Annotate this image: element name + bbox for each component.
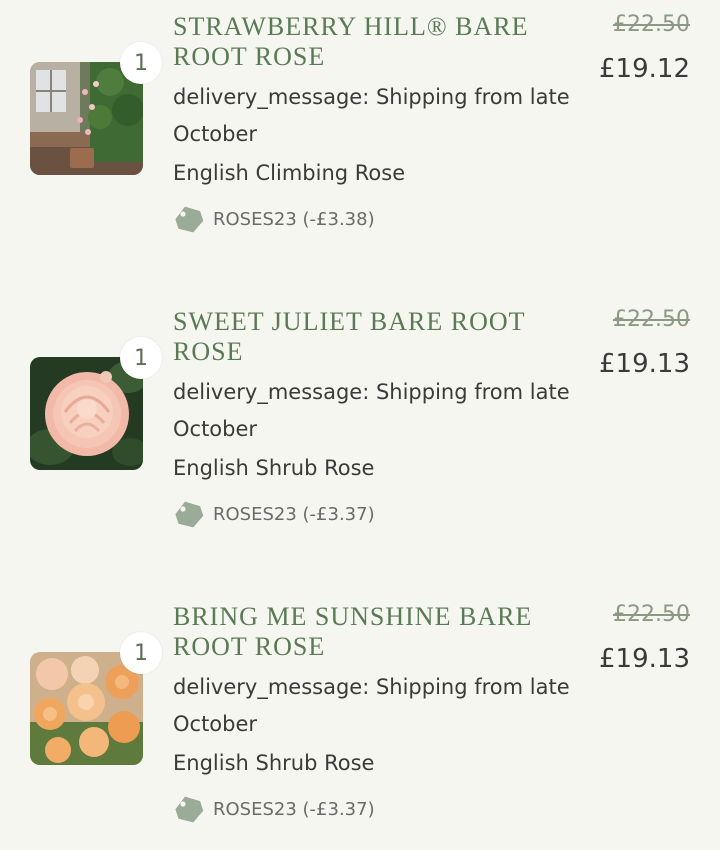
- cart-item: 1 BRING ME SUNSHINE BARE ROOT ROSE deliv…: [0, 590, 720, 850]
- cart-item: 1 SWEET JULIET BARE ROOT ROSE delivery_m…: [0, 295, 720, 555]
- quantity-badge: 1: [120, 42, 162, 84]
- original-price: £22.50: [613, 12, 690, 37]
- tag-icon: [175, 501, 204, 528]
- delivery-message-line: delivery_message: Shipping from late: [173, 675, 570, 699]
- original-price: £22.50: [613, 307, 690, 332]
- delivery-message-line: October: [173, 712, 258, 736]
- delivery-message: delivery_message: Shipping from late Oct…: [173, 374, 573, 448]
- product-title-line: ROOT ROSE: [173, 632, 326, 661]
- product-title-line: ROOT ROSE: [173, 42, 326, 71]
- quantity-badge: 1: [120, 337, 162, 379]
- discount-row: ROSES23 (-£3.37): [173, 499, 375, 529]
- product-variety: English Shrub Rose: [173, 751, 375, 775]
- delivery-message-line: October: [173, 417, 258, 441]
- product-title[interactable]: BRING ME SUNSHINE BARE ROOT ROSE: [173, 602, 573, 662]
- product-image[interactable]: [30, 357, 143, 470]
- product-variety: English Climbing Rose: [173, 161, 406, 185]
- delivery-message-line: delivery_message: Shipping from late: [173, 380, 570, 404]
- quantity-badge: 1: [120, 632, 162, 674]
- delivery-message-line: delivery_message: Shipping from late: [173, 85, 570, 109]
- product-title[interactable]: STRAWBERRY HILL® BARE ROOT ROSE: [173, 12, 573, 72]
- tag-icon: [175, 796, 204, 823]
- discount-row: ROSES23 (-£3.37): [173, 794, 375, 824]
- product-variety: English Shrub Rose: [173, 456, 375, 480]
- product-title-line: STRAWBERRY HILL® BARE: [173, 12, 529, 41]
- peach-rose-photo: [30, 357, 143, 470]
- original-price: £22.50: [613, 602, 690, 627]
- climbing-rose-photo: [30, 62, 143, 175]
- sale-price: £19.12: [599, 54, 690, 84]
- product-image[interactable]: [30, 652, 143, 765]
- cart-item-list: 1 STRAWBERRY HILL® BARE ROOT ROSE delive…: [0, 0, 720, 827]
- sale-price: £19.13: [599, 349, 690, 379]
- product-title[interactable]: SWEET JULIET BARE ROOT ROSE: [173, 307, 573, 367]
- discount-code: ROSES23 (-£3.37): [213, 798, 375, 820]
- sale-price: £19.13: [599, 644, 690, 674]
- cart-item: 1 STRAWBERRY HILL® BARE ROOT ROSE delive…: [0, 0, 720, 260]
- tag-icon: [175, 206, 204, 233]
- product-title-line: ROSE: [173, 337, 244, 366]
- discount-code: ROSES23 (-£3.38): [213, 208, 375, 230]
- discount-row: ROSES23 (-£3.38): [173, 204, 375, 234]
- product-title-line: BRING ME SUNSHINE BARE: [173, 602, 533, 631]
- product-image[interactable]: [30, 62, 143, 175]
- delivery-message: delivery_message: Shipping from late Oct…: [173, 669, 573, 743]
- orange-rose-photo: [30, 652, 143, 765]
- delivery-message: delivery_message: Shipping from late Oct…: [173, 79, 573, 153]
- product-title-line: SWEET JULIET BARE ROOT: [173, 307, 526, 336]
- discount-code: ROSES23 (-£3.37): [213, 503, 375, 525]
- delivery-message-line: October: [173, 122, 258, 146]
